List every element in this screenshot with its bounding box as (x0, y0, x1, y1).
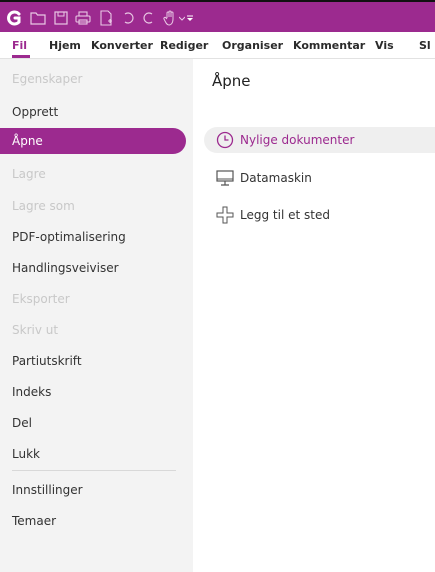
tab-truncated[interactable]: Sl (419, 39, 431, 52)
sidebar-item-innstillinger[interactable]: Innstillinger (12, 480, 83, 500)
sidebar-item-lagre: Lagre (12, 167, 46, 181)
sidebar-item-opprett[interactable]: Opprett (12, 102, 58, 122)
save-icon[interactable] (52, 9, 70, 27)
title-bar (0, 2, 435, 32)
sidebar-item-pdf-optimalisering[interactable]: PDF-optimalisering (12, 227, 126, 247)
sidebar-item-lagre-som: Lagre som (12, 199, 75, 213)
sidebar-item-lukk[interactable]: Lukk (12, 444, 40, 464)
sidebar-item-eksporter: Eksporter (12, 292, 70, 306)
sidebar-item-apne[interactable]: Åpne (0, 128, 186, 154)
active-tab-indicator (12, 55, 30, 58)
tab-vis[interactable]: Vis (375, 39, 394, 52)
print-icon[interactable] (74, 9, 92, 27)
option-label: Nylige dokumenter (240, 133, 355, 147)
backstage-sidebar: Egenskaper Opprett Åpne Lagre Lagre som … (0, 59, 193, 572)
option-legg-til-et-sted[interactable]: Legg til et sted (214, 202, 330, 228)
hand-tool-icon[interactable] (161, 9, 179, 27)
app-logo-icon (5, 9, 23, 27)
redo-icon[interactable] (140, 9, 158, 27)
sidebar-divider (12, 470, 176, 471)
option-label: Legg til et sted (240, 208, 330, 222)
tab-organiser[interactable]: Organiser (222, 39, 283, 52)
sidebar-item-indeks[interactable]: Indeks (12, 382, 51, 402)
tab-hjem[interactable]: Hjem (49, 39, 81, 52)
customize-toolbar-icon[interactable] (186, 9, 194, 27)
tab-fil[interactable]: Fil (12, 39, 27, 52)
menu-bar: Fil Hjem Konverter Rediger Organiser Kom… (0, 32, 435, 59)
plus-icon (214, 204, 236, 226)
sidebar-item-partiutskrift[interactable]: Partiutskrift (12, 351, 82, 371)
monitor-icon (214, 167, 236, 189)
page-title: Åpne (212, 72, 251, 90)
new-document-icon[interactable] (97, 9, 115, 27)
clock-icon (214, 129, 236, 151)
sidebar-item-skriv-ut: Skriv ut (12, 323, 59, 337)
tab-konverter[interactable]: Konverter (91, 39, 153, 52)
undo-icon[interactable] (119, 9, 137, 27)
sidebar-item-egenskaper: Egenskaper (12, 72, 83, 86)
chevron-down-icon[interactable] (178, 9, 186, 27)
tab-kommentar[interactable]: Kommentar (293, 39, 365, 52)
open-folder-icon[interactable] (29, 9, 47, 27)
option-datamaskin[interactable]: Datamaskin (214, 165, 312, 191)
tab-rediger[interactable]: Rediger (160, 39, 208, 52)
sidebar-item-handlingsveiviser[interactable]: Handlingsveiviser (12, 258, 119, 278)
option-label: Datamaskin (240, 171, 312, 185)
sidebar-item-del[interactable]: Del (12, 413, 32, 433)
option-nylige-dokumenter[interactable]: Nylige dokumenter (204, 127, 435, 153)
sidebar-item-temaer[interactable]: Temaer (12, 511, 56, 531)
